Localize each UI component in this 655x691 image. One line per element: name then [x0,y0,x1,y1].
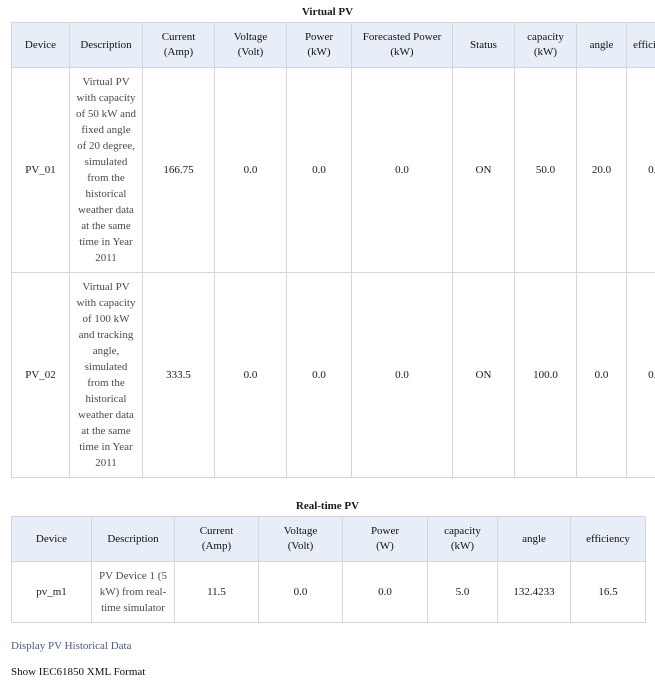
cell-capacity: 5.0 [428,562,498,623]
cell-device: pv_m1 [12,562,92,623]
cell-power: 0.0 [343,562,428,623]
column-header-device[interactable]: Device [12,517,92,562]
column-header-description[interactable]: Description [70,23,143,68]
column-header-status[interactable]: Status [453,23,515,68]
cell-capacity: 50.0 [515,68,577,273]
cell-angle: 132.4233 [498,562,571,623]
realtime-pv-table: Device Description Current (Amp) Voltage… [11,516,646,623]
column-header-voltage-label: Voltage [234,31,267,43]
column-header-forecasted-power[interactable]: Forecasted Power (kW) [352,23,453,68]
column-header-power[interactable]: Power (W) [343,517,428,562]
realtime-pv-section: Real-time PV Device Description Current … [0,494,655,623]
cell-description: Virtual PV with capacity of 100 kW and t… [70,273,143,478]
column-header-voltage-unit: (Volt) [238,46,263,58]
column-header-current[interactable]: Current (Amp) [175,517,259,562]
column-header-efficiency-label: efficiency [586,533,630,545]
column-header-capacity[interactable]: capacity (kW) [428,517,498,562]
cell-voltage: 0.0 [215,68,287,273]
realtime-pv-table-body: pv_m1 PV Device 1 (5 kW) from real-time … [12,562,646,623]
pv-status-page: Virtual PV Device Description Current [0,0,655,561]
cell-description: PV Device 1 (5 kW) from real-time simula… [92,562,175,623]
column-header-description-label: Description [80,39,131,51]
cell-power: 0.0 [287,273,352,478]
column-header-current[interactable]: Current (Amp) [143,23,215,68]
section-spacer [0,478,655,494]
column-header-voltage[interactable]: Voltage (Volt) [259,517,343,562]
column-header-angle[interactable]: angle [577,23,627,68]
cell-capacity: 100.0 [515,273,577,478]
cell-angle: 20.0 [577,68,627,273]
column-header-current-unit: (Amp) [202,540,231,552]
table-header-row: Device Description Current (Amp) Voltage… [12,23,655,68]
column-header-power-label: Power [305,31,333,43]
column-header-capacity-label: capacity [527,31,564,43]
display-pv-historical-data-link[interactable]: Display PV Historical Data [11,640,131,652]
cell-angle: 0.0 [577,273,627,478]
cell-forecasted-power: 0.0 [352,68,453,273]
virtual-pv-table: Device Description Current (Amp) Voltage… [11,22,655,478]
column-header-efficiency-label: efficiency [633,39,655,51]
column-header-power-unit: (W) [376,540,394,552]
column-header-voltage-label: Voltage [284,525,317,537]
table-row: pv_m1 PV Device 1 (5 kW) from real-time … [12,562,646,623]
cell-status: ON [453,68,515,273]
column-header-description-label: Description [107,533,158,545]
column-header-efficiency[interactable]: efficiency [571,517,646,562]
column-header-power-unit: (kW) [307,46,330,58]
column-header-capacity-unit: (kW) [451,540,474,552]
cell-current: 166.75 [143,68,215,273]
cell-efficiency: 0.0 [627,273,655,478]
column-header-angle-label: angle [590,39,614,51]
virtual-pv-caption: Virtual PV [0,0,655,22]
column-header-forecasted-power-label: Forecasted Power [363,31,442,43]
cell-power: 0.0 [287,68,352,273]
column-header-current-label: Current [162,31,196,43]
virtual-pv-section: Virtual PV Device Description Current [0,0,655,478]
virtual-pv-table-head: Device Description Current (Amp) Voltage… [12,23,655,68]
column-header-capacity[interactable]: capacity (kW) [515,23,577,68]
show-iec61850-xml-format-link[interactable]: Show IEC61850 XML Format [11,666,145,678]
table-row: PV_02 Virtual PV with capacity of 100 kW… [12,273,655,478]
column-header-forecasted-power-unit: (kW) [390,46,413,58]
cell-current: 333.5 [143,273,215,478]
cell-status: ON [453,273,515,478]
cell-device: PV_01 [12,68,70,273]
footer-links: Display PV Historical Data Show IEC61850… [0,623,655,691]
column-header-capacity-label: capacity [444,525,481,537]
column-header-voltage[interactable]: Voltage (Volt) [215,23,287,68]
column-header-power-label: Power [371,525,399,537]
cell-efficiency: 0.0 [627,68,655,273]
cell-description: Virtual PV with capacity of 50 kW and fi… [70,68,143,273]
column-header-angle[interactable]: angle [498,517,571,562]
cell-voltage: 0.0 [259,562,343,623]
cell-efficiency: 16.5 [571,562,646,623]
cell-current: 11.5 [175,562,259,623]
column-header-capacity-unit: (kW) [534,46,557,58]
column-header-device-label: Device [36,533,67,545]
column-header-angle-label: angle [522,533,546,545]
cell-device: PV_02 [12,273,70,478]
column-header-status-label: Status [470,39,497,51]
xml-format-link-row: Show IEC61850 XML Format [11,665,655,691]
column-header-voltage-unit: (Volt) [288,540,313,552]
column-header-power[interactable]: Power (kW) [287,23,352,68]
column-header-device[interactable]: Device [12,23,70,68]
virtual-pv-table-body: PV_01 Virtual PV with capacity of 50 kW … [12,68,655,478]
historical-data-link-row: Display PV Historical Data [11,639,655,665]
column-header-efficiency[interactable]: efficiency [627,23,655,68]
column-header-current-unit: (Amp) [164,46,193,58]
table-row: PV_01 Virtual PV with capacity of 50 kW … [12,68,655,273]
column-header-description[interactable]: Description [92,517,175,562]
column-header-current-label: Current [200,525,234,537]
realtime-pv-caption: Real-time PV [0,494,655,516]
realtime-pv-table-head: Device Description Current (Amp) Voltage… [12,517,646,562]
table-header-row: Device Description Current (Amp) Voltage… [12,517,646,562]
cell-voltage: 0.0 [215,273,287,478]
column-header-device-label: Device [25,39,56,51]
cell-forecasted-power: 0.0 [352,273,453,478]
